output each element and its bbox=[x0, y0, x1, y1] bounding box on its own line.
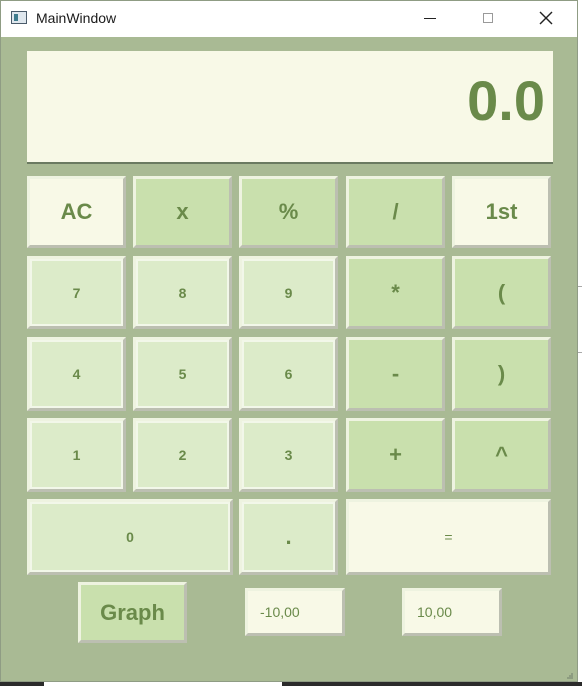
close-icon bbox=[539, 11, 553, 25]
display-value: 0.0 bbox=[467, 69, 545, 132]
digit-4-button[interactable]: 4 bbox=[27, 337, 126, 411]
graph-button[interactable]: Graph bbox=[78, 582, 187, 643]
digit-8-button[interactable]: 8 bbox=[133, 256, 232, 329]
multiply-x-button[interactable]: x bbox=[133, 176, 232, 248]
desktop-edge bbox=[578, 0, 582, 686]
minimize-icon bbox=[424, 17, 436, 19]
maximize-icon bbox=[483, 13, 493, 23]
minimize-button[interactable] bbox=[407, 1, 453, 35]
digit-6-button[interactable]: 6 bbox=[239, 337, 338, 411]
plus-button[interactable]: + bbox=[346, 418, 445, 492]
multiply-button[interactable]: * bbox=[346, 256, 445, 329]
title-bar[interactable]: MainWindow bbox=[1, 1, 577, 37]
main-window: MainWindow 0.0 AC x % / 1st 7 8 9 * ( 4 … bbox=[0, 0, 578, 682]
close-button[interactable] bbox=[523, 1, 569, 35]
digit-5-button[interactable]: 5 bbox=[133, 337, 232, 411]
window-title: MainWindow bbox=[36, 10, 117, 26]
resize-grip-icon[interactable] bbox=[567, 673, 573, 679]
digit-1-button[interactable]: 1 bbox=[27, 418, 126, 492]
digit-2-button[interactable]: 2 bbox=[133, 418, 232, 492]
digit-9-button[interactable]: 9 bbox=[239, 256, 338, 329]
close-paren-button[interactable]: ) bbox=[452, 337, 551, 411]
digit-0-button[interactable]: 0 bbox=[27, 499, 233, 575]
app-window-icon bbox=[11, 11, 27, 24]
minus-button[interactable]: - bbox=[346, 337, 445, 411]
x-max-input[interactable]: 10,00 bbox=[402, 588, 502, 636]
digit-7-button[interactable]: 7 bbox=[27, 256, 126, 329]
open-paren-button[interactable]: ( bbox=[452, 256, 551, 329]
desktop-edge-bottom bbox=[44, 682, 282, 686]
power-button[interactable]: ^ bbox=[452, 418, 551, 492]
ac-button[interactable]: AC bbox=[27, 176, 126, 248]
divide-button[interactable]: / bbox=[346, 176, 445, 248]
decimal-point-button[interactable]: . bbox=[239, 499, 338, 575]
maximize-button[interactable] bbox=[465, 1, 511, 35]
equals-button[interactable]: = bbox=[346, 499, 551, 575]
percent-button[interactable]: % bbox=[239, 176, 338, 248]
first-function-button[interactable]: 1st bbox=[452, 176, 551, 248]
digit-3-button[interactable]: 3 bbox=[239, 418, 338, 492]
result-display: 0.0 bbox=[27, 51, 553, 164]
x-min-input[interactable]: -10,00 bbox=[245, 588, 345, 636]
